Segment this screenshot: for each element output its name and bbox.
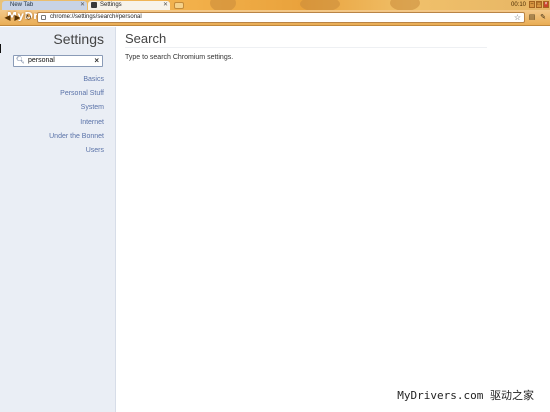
- address-bar[interactable]: chrome://settings/search#personal ☆: [37, 12, 525, 23]
- maximize-icon[interactable]: □: [536, 1, 542, 8]
- tab-settings[interactable]: Settings ✕: [88, 1, 170, 10]
- theme-decoration: [300, 0, 340, 10]
- tab-title: New Tab: [10, 2, 34, 8]
- sidebar-nav: Basics Personal Stuff System Internet Un…: [49, 73, 104, 158]
- sidebar-item-internet[interactable]: Internet: [49, 116, 104, 130]
- back-arrow-icon[interactable]: ◀: [3, 13, 12, 22]
- window-controls: – □ ×: [529, 1, 549, 8]
- toolbar: MyDr ◀ ▶ ↻ chrome://settings/search#pers…: [0, 10, 550, 26]
- page-icon: [41, 15, 46, 20]
- page-title: Search: [125, 31, 167, 46]
- wrench-icon[interactable]: ✎: [539, 13, 547, 22]
- tab-strip: New Tab ✕ Settings ✕ 00:10 – □ ×: [0, 0, 550, 10]
- close-icon[interactable]: ✕: [163, 1, 168, 9]
- watermark-bottom: MyDrivers.com 驱动之家: [397, 389, 534, 402]
- clear-search-icon[interactable]: ×: [94, 56, 99, 66]
- new-tab-button[interactable]: [174, 2, 184, 9]
- tab-new-tab[interactable]: New Tab ✕: [2, 1, 87, 10]
- text-cursor: [0, 44, 1, 53]
- search-value: personal: [28, 57, 55, 64]
- sidebar-item-system[interactable]: System: [49, 101, 104, 115]
- sidebar-item-personal-stuff[interactable]: Personal Stuff: [49, 87, 104, 101]
- search-icon: 🔍︎: [16, 57, 25, 64]
- clock: 00:10: [510, 2, 526, 8]
- search-input[interactable]: 🔍︎ personal ×: [13, 55, 103, 67]
- star-icon[interactable]: ☆: [514, 13, 521, 22]
- search-hint: Type to search Chromium settings.: [125, 54, 234, 61]
- sidebar-item-under-the-bonnet[interactable]: Under the Bonnet: [49, 130, 104, 144]
- forward-arrow-icon[interactable]: ▶: [13, 13, 22, 22]
- address-text: chrome://settings/search#personal: [50, 14, 142, 20]
- page-action-icon[interactable]: ▤: [528, 13, 536, 22]
- settings-sidebar: Settings 🔍︎ personal × Basics Personal S…: [0, 27, 116, 412]
- sidebar-item-basics[interactable]: Basics: [49, 73, 104, 87]
- minimize-icon[interactable]: –: [529, 1, 535, 8]
- close-window-icon[interactable]: ×: [543, 1, 549, 8]
- theme-decoration: [390, 0, 420, 10]
- sidebar-title: Settings: [53, 31, 104, 47]
- close-icon[interactable]: ✕: [80, 1, 85, 9]
- settings-favicon-icon: [91, 2, 97, 8]
- sidebar-item-users[interactable]: Users: [49, 144, 104, 158]
- tab-title: Settings: [100, 2, 122, 8]
- divider: [125, 47, 487, 48]
- reload-icon[interactable]: ↻: [24, 13, 33, 22]
- theme-decoration: [210, 0, 236, 10]
